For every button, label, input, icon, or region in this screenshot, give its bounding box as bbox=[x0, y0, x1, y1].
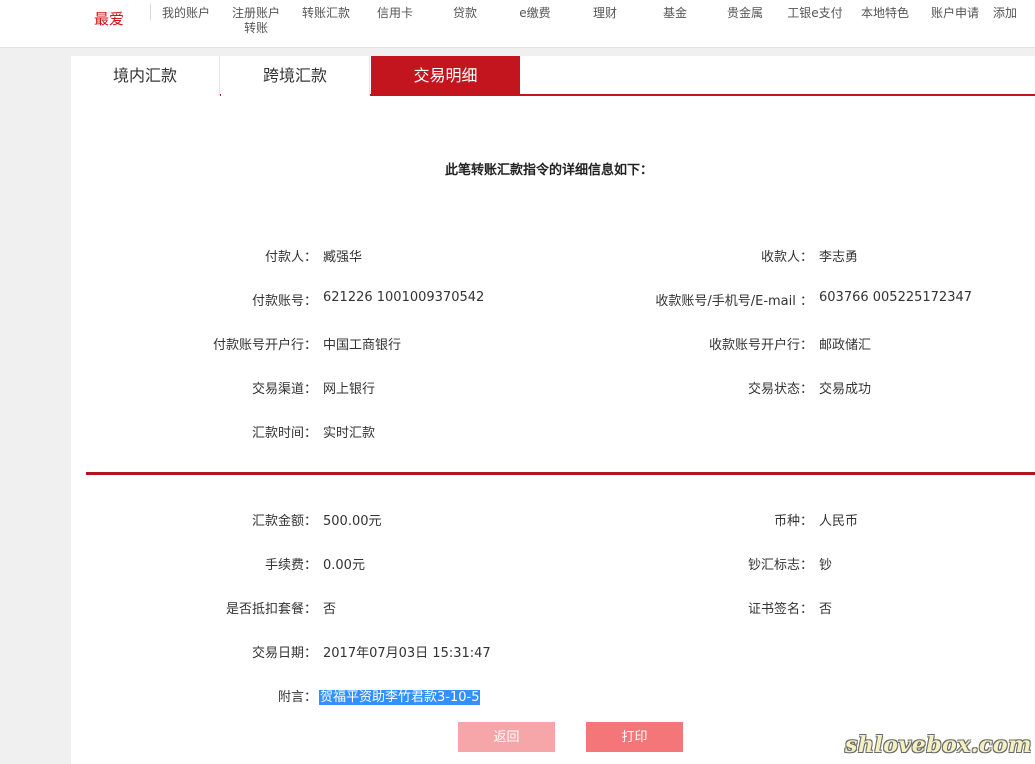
amount-value: 500.00元 bbox=[323, 514, 382, 529]
payee-account-label: 收款账号/手机号/E-mail ： bbox=[655, 294, 813, 309]
nav-icbc-epay[interactable]: 工银e支付 bbox=[779, 6, 851, 21]
date-label: 交易日期： bbox=[251, 646, 317, 661]
date-value: 2017年07月03日 15:31:47 bbox=[323, 646, 491, 661]
nav-my-account[interactable]: 我的账户 bbox=[150, 6, 222, 21]
nav-loan[interactable]: 贷款 bbox=[429, 6, 501, 21]
payer-bank-value: 中国工商银行 bbox=[323, 338, 402, 353]
cert-value: 否 bbox=[819, 602, 833, 617]
payer-bank-label: 付款账号开户行： bbox=[212, 338, 317, 353]
payee-bank-label: 收款账号开户行： bbox=[708, 338, 813, 353]
payee-label: 收款人： bbox=[760, 250, 813, 265]
payer-account-label: 付款账号： bbox=[251, 294, 317, 309]
payer-account-value: 621226 1001009370542 bbox=[323, 290, 485, 305]
tab-transaction-detail[interactable]: 交易明细 bbox=[371, 56, 520, 96]
cert-label: 证书签名： bbox=[747, 602, 813, 617]
time-label: 汇款时间： bbox=[251, 426, 317, 441]
status-value: 交易成功 bbox=[819, 382, 872, 397]
package-label: 是否抵扣套餐： bbox=[225, 602, 317, 617]
payer-value: 臧强华 bbox=[323, 250, 363, 265]
nav-precious-metal[interactable]: 贵金属 bbox=[709, 6, 781, 21]
channel-value: 网上银行 bbox=[323, 382, 376, 397]
detail-heading: 此笔转账汇款指令的详细信息如下： bbox=[0, 159, 1035, 178]
back-button[interactable]: 返回 bbox=[458, 722, 555, 752]
nav-credit-card[interactable]: 信用卡 bbox=[359, 6, 431, 21]
payer-label: 付款人： bbox=[264, 250, 317, 265]
amount-label: 汇款金额： bbox=[251, 514, 317, 529]
nav-registered-transfer[interactable]: 注册账户 转账 bbox=[220, 6, 292, 36]
nav-account-apply[interactable]: 账户申请 bbox=[919, 6, 991, 21]
time-value: 实时汇款 bbox=[323, 426, 376, 441]
status-label: 交易状态： bbox=[747, 382, 813, 397]
nav-add[interactable]: 添加 bbox=[993, 6, 1035, 21]
nav-fund[interactable]: 基金 bbox=[639, 6, 711, 21]
cash-value: 钞 bbox=[819, 558, 833, 573]
nav-local-feature[interactable]: 本地特色 bbox=[849, 6, 921, 21]
nav-favorite[interactable]: 最爱 bbox=[94, 8, 124, 29]
payee-bank-value: 邮政储汇 bbox=[819, 338, 872, 353]
print-button[interactable]: 打印 bbox=[586, 722, 683, 752]
note-label: 附言： bbox=[277, 690, 317, 705]
nav-transfer-remit[interactable]: 转账汇款 bbox=[290, 6, 362, 21]
nav-wealth[interactable]: 理财 bbox=[569, 6, 641, 21]
note-value[interactable]: 贺福平资助李竹君款3-10-5 bbox=[319, 690, 481, 705]
currency-value: 人民币 bbox=[819, 514, 859, 529]
watermark-text: shlovebox.com bbox=[845, 732, 1032, 758]
fee-value: 0.00元 bbox=[323, 558, 365, 573]
main-panel: 境内汇款 跨境汇款 交易明细 此笔转账汇款指令的详细信息如下： 付款人： 臧强华… bbox=[71, 56, 1035, 764]
channel-label: 交易渠道： bbox=[251, 382, 317, 397]
note-value-wrapper: 贺福平资助李竹君款3-10-5 bbox=[319, 686, 481, 705]
currency-label: 币种： bbox=[773, 514, 813, 529]
payee-account-value: 603766 005225172347 bbox=[819, 290, 973, 305]
fee-label: 手续费： bbox=[264, 558, 317, 573]
tab-bar: 境内汇款 跨境汇款 交易明细 bbox=[71, 56, 1035, 96]
tab-cross-border-remit[interactable]: 跨境汇款 bbox=[221, 56, 370, 96]
nav-epayment[interactable]: e缴费 bbox=[499, 6, 571, 21]
top-navigation: 最爱 我的账户 注册账户 转账 转账汇款 信用卡 贷款 e缴费 理财 基金 贵金… bbox=[0, 0, 1035, 48]
section-divider bbox=[86, 472, 1035, 475]
cash-label: 钞汇标志： bbox=[747, 558, 813, 573]
payee-value: 李志勇 bbox=[819, 250, 859, 265]
tab-domestic-remit[interactable]: 境内汇款 bbox=[71, 56, 220, 96]
detail-heading-text: 此笔转账汇款指令的详细信息如下： bbox=[444, 163, 653, 178]
package-value: 否 bbox=[323, 602, 337, 617]
